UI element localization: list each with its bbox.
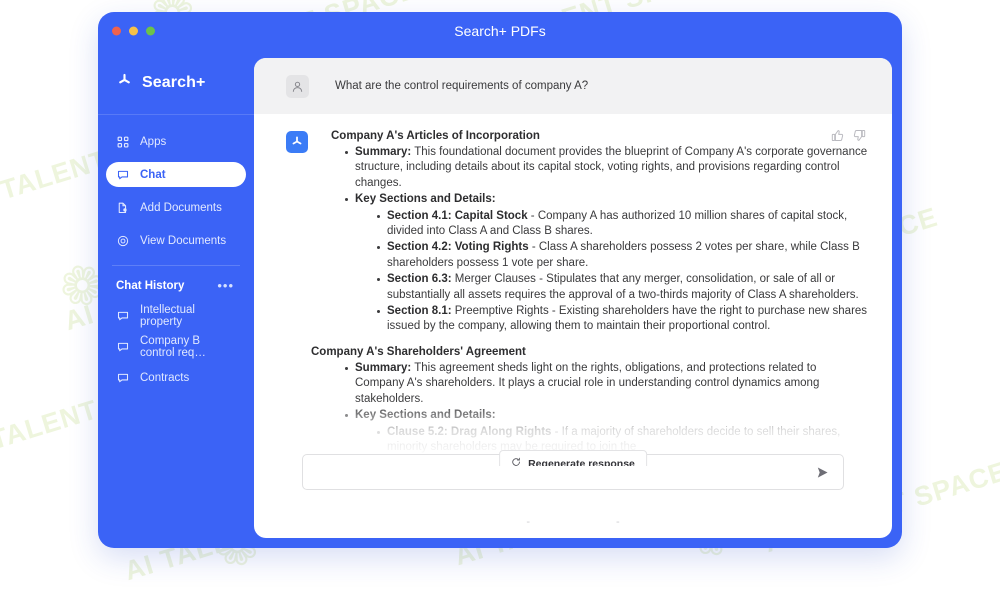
sidebar-item-view-documents[interactable]: View Documents (106, 228, 246, 253)
sub-bullet-item: Section 8.1: Preemptive Rights - Existin… (377, 304, 868, 335)
chat-icon (116, 310, 129, 323)
maximize-button[interactable] (146, 26, 155, 36)
sidebar: Search+ Apps Chat Add Documents View Doc… (98, 50, 254, 548)
sub-bullets: Section 4.1: Capital Stock - Company A h… (355, 209, 868, 335)
minimize-button[interactable] (129, 26, 138, 36)
bullet-run: This agreement sheds light on the rights… (355, 361, 820, 405)
message-input[interactable] (316, 466, 807, 478)
feedback-controls[interactable] (831, 129, 866, 142)
history-item-label: Company B control req… (140, 335, 206, 359)
close-button[interactable] (112, 26, 121, 36)
bullet-run: Summary: (355, 146, 412, 158)
bullet-run: Key Sections and Details: (355, 409, 496, 422)
brand[interactable]: Search+ (98, 62, 254, 104)
bullet-run: Summary: (355, 361, 412, 374)
window-body: Search+ Apps Chat Add Documents View Doc… (98, 50, 902, 548)
history-item-label: Intellectual property (140, 304, 195, 328)
sidebar-divider-top (98, 114, 254, 115)
sidebar-nav: Apps Chat Add Documents View Documents (98, 129, 254, 253)
regenerate-response-label: Regenerate response (528, 457, 635, 467)
history-item[interactable]: Intellectual property (106, 304, 246, 328)
bullet-run: Section 4.1: Capital Stock (387, 209, 528, 222)
chat-icon (116, 341, 129, 354)
bullet-run: Section 8.1: (387, 305, 452, 318)
sidebar-item-label: View Documents (140, 234, 227, 247)
chat-icon (116, 372, 129, 385)
history-item-label: Contracts (140, 372, 190, 384)
document-add-icon (116, 201, 129, 214)
chat-history-list: Intellectual property Company B control … (98, 292, 254, 390)
sub-bullet-item: Section 4.1: Capital Stock - Company A h… (377, 209, 868, 240)
chat-history-header: Chat History ••• (98, 266, 254, 292)
thumbs-up-icon[interactable] (831, 129, 844, 142)
sub-bullet-item: Section 4.2: Voting Rights - Class A sha… (377, 240, 868, 271)
history-item[interactable]: Company B control req… (106, 335, 246, 359)
sidebar-item-chat[interactable]: Chat (106, 162, 246, 187)
content-panel: What are the control requirements of com… (254, 58, 892, 538)
window-titlebar: Search+ PDFs (98, 12, 902, 50)
bullet-run: Clause 5.2: Drag Along Rights (387, 425, 552, 438)
grid-icon (116, 135, 129, 148)
sidebar-item-label: Chat (140, 168, 166, 181)
bullet-run: Section 4.2: Voting Rights (387, 241, 529, 254)
bullet-run: Merger Clauses - Stipulates that any mer… (387, 273, 859, 301)
sidebar-item-apps[interactable]: Apps (106, 129, 246, 154)
regenerate-response-button[interactable]: Regenerate response (499, 450, 647, 466)
searchplus-logo-icon (286, 131, 308, 153)
bullet-run: This foundational document provides the … (355, 146, 868, 189)
assistant-answer: Company A's Articles of Incorporation Su… (254, 114, 892, 466)
section-bullets: Summary: This agreement sheds light on t… (331, 361, 868, 455)
user-message-text: What are the control requirements of com… (335, 80, 589, 92)
assistant-row: Company A's Articles of Incorporation Su… (286, 130, 868, 456)
window-controls[interactable] (112, 26, 155, 36)
send-arrow-icon[interactable] (807, 465, 830, 480)
user-message-bar: What are the control requirements of com… (254, 58, 892, 114)
section-heading: Company A's Articles of Incorporation (331, 130, 540, 142)
section-heading: Company A's Shareholders' Agreement (311, 345, 526, 358)
refresh-icon (511, 457, 521, 466)
bullet-run: Key Sections and Details: (355, 193, 496, 206)
window-title: Search+ PDFs (454, 23, 546, 39)
sidebar-item-add-documents[interactable]: Add Documents (106, 195, 246, 220)
app-window: Search+ PDFs Search+ Apps Chat Add Docum… (98, 12, 902, 548)
ellipsis-icon[interactable]: ••• (217, 279, 234, 292)
bullet-item: Summary: This foundational document prov… (345, 145, 868, 191)
bullet-run: Preemptive Rights - Existing shareholder… (387, 305, 868, 333)
history-item[interactable]: Contracts (106, 366, 246, 390)
pager-right: - (616, 516, 620, 528)
brand-name: Search+ (142, 74, 206, 91)
sub-bullet-item: Section 6.3: Merger Clauses - Stipulates… (377, 272, 868, 303)
pager-left: - (526, 516, 530, 528)
bullet-run: Section 6.3: (387, 273, 452, 286)
section-bullets: Summary: This foundational document prov… (331, 145, 868, 335)
assistant-body: Company A's Articles of Incorporation Su… (311, 130, 868, 456)
searchplus-logo-icon (116, 72, 133, 94)
eye-icon (116, 234, 129, 247)
chat-history-title: Chat History (116, 280, 185, 292)
user-avatar-icon (286, 74, 309, 98)
chat-icon (116, 168, 129, 181)
bullet-item: Summary: This agreement sheds light on t… (345, 361, 868, 407)
thumbs-down-icon[interactable] (853, 129, 866, 142)
bullet-item: Key Sections and Details: Clause 5.2: Dr… (345, 408, 868, 455)
pager: - - (254, 516, 892, 528)
sidebar-item-label: Add Documents (140, 201, 222, 214)
sidebar-item-label: Apps (140, 135, 167, 148)
bullet-item: Key Sections and Details: Section 4.1: C… (345, 192, 868, 335)
